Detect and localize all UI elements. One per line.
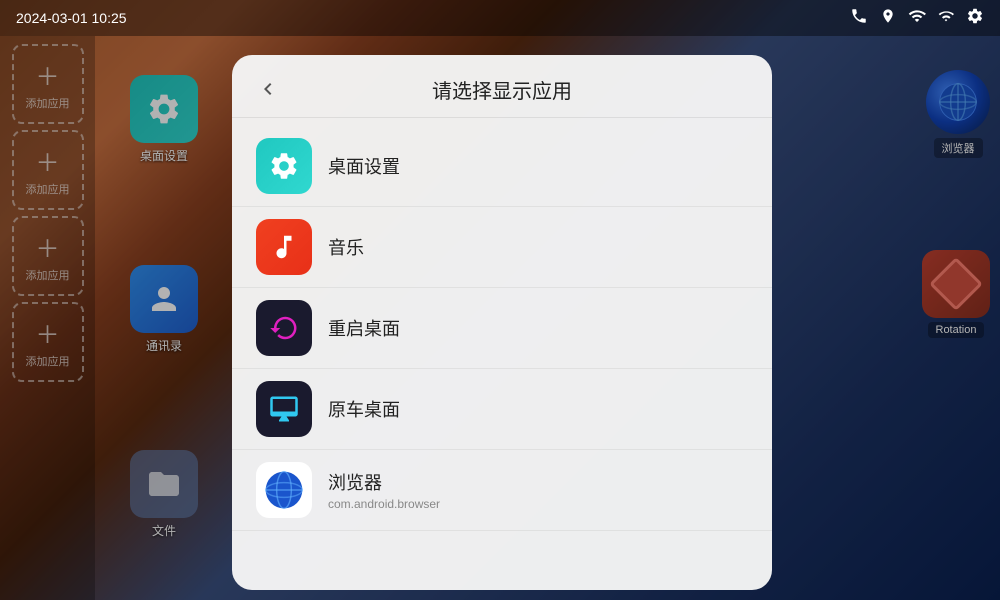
app-list-item-desktop-settings[interactable]: 桌面设置 (232, 126, 772, 207)
app-list-info-original-desktop: 原车桌面 (328, 396, 400, 422)
modal-back-button[interactable] (252, 73, 284, 105)
app-list-name-browser: 浏览器 (328, 469, 440, 495)
app-list-info-desktop-settings: 桌面设置 (328, 153, 400, 179)
location-icon (880, 8, 896, 29)
app-list-info-music: 音乐 (328, 234, 364, 260)
app-list-info-restart: 重启桌面 (328, 315, 400, 341)
app-list-icon-browser (256, 462, 312, 518)
app-list-item-restart[interactable]: 重启桌面 (232, 288, 772, 369)
app-list-icon-original-desktop (256, 381, 312, 437)
status-icons (850, 7, 984, 30)
app-list-name-desktop-settings: 桌面设置 (328, 153, 400, 179)
status-datetime: 2024-03-01 10:25 (16, 10, 127, 26)
signal-icon (938, 8, 954, 29)
app-list-name-restart: 重启桌面 (328, 315, 400, 341)
app-list-name-original-desktop: 原车桌面 (328, 396, 400, 422)
app-list: 桌面设置 音乐 重启桌面 原车桌面 (232, 118, 772, 590)
modal-title: 请选择显示应用 (284, 75, 720, 104)
modal-header: 请选择显示应用 (232, 55, 772, 118)
settings-icon[interactable] (966, 7, 984, 30)
app-select-modal: 请选择显示应用 桌面设置 音乐 重启桌面 (232, 55, 772, 590)
status-bar: 2024-03-01 10:25 (0, 0, 1000, 36)
wifi-icon (908, 7, 926, 30)
app-list-item-original-desktop[interactable]: 原车桌面 (232, 369, 772, 450)
app-list-icon-restart (256, 300, 312, 356)
app-list-name-music: 音乐 (328, 234, 364, 260)
app-list-pkg-browser: com.android.browser (328, 497, 440, 511)
app-list-icon-music (256, 219, 312, 275)
app-list-icon-desktop-settings (256, 138, 312, 194)
app-list-item-browser[interactable]: 浏览器 com.android.browser (232, 450, 772, 531)
app-list-info-browser: 浏览器 com.android.browser (328, 469, 440, 511)
app-list-item-music[interactable]: 音乐 (232, 207, 772, 288)
phone-icon (850, 7, 868, 30)
